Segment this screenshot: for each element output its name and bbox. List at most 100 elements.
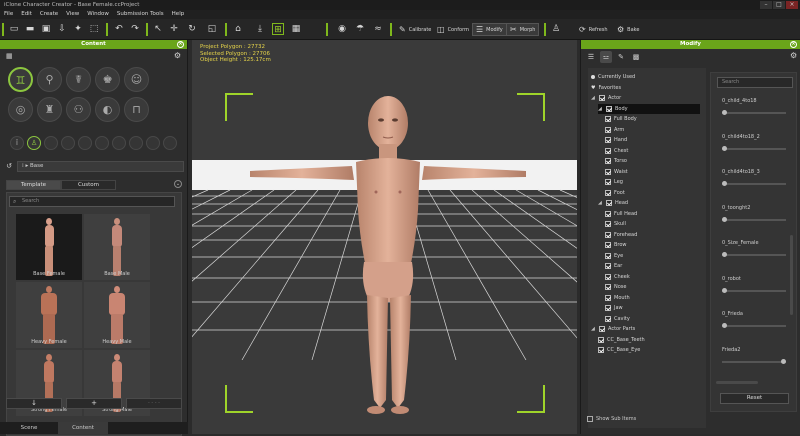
morph-tab-icon[interactable]: ⚍ — [600, 51, 612, 63]
expand-arrow-icon[interactable]: ◢ — [598, 198, 603, 208]
checkbox[interactable] — [599, 326, 605, 332]
checkbox[interactable] — [598, 347, 604, 353]
tree-item[interactable]: Foot — [605, 188, 700, 198]
expand-arrow-icon[interactable]: ◢ — [598, 104, 603, 114]
apply-down-button[interactable]: ↓ — [6, 398, 62, 409]
tree-item[interactable]: Chest — [605, 146, 700, 156]
morph-slider[interactable] — [722, 181, 786, 186]
character-category-icon[interactable]: ♊ — [8, 67, 33, 92]
tree-item[interactable]: CC_Base_Eye — [598, 345, 700, 355]
tree-item[interactable]: Ear — [605, 261, 700, 271]
tree-item[interactable]: Jaw — [605, 303, 700, 313]
delete-button[interactable]: - - - - — [126, 398, 182, 409]
grid-icon[interactable]: ▦ — [290, 23, 302, 35]
tree-item[interactable]: CC_Base_Teeth — [598, 335, 700, 345]
fit-view-icon[interactable]: ⊞ — [272, 23, 284, 35]
menu-edit[interactable]: Edit — [21, 10, 32, 19]
morph-category-icon[interactable]: ⚲ — [37, 67, 62, 92]
eye-icon[interactable]: ◉ — [336, 23, 348, 35]
checkbox[interactable] — [605, 137, 611, 143]
tree-item[interactable]: Waist — [605, 167, 700, 177]
chair-category-icon[interactable]: ⊓ — [124, 97, 149, 122]
checkbox[interactable] — [605, 168, 611, 175]
thermometer-icon[interactable]: ǐ — [10, 136, 24, 150]
add-button[interactable]: + — [66, 398, 122, 409]
checkbox[interactable] — [605, 189, 611, 196]
tree-item[interactable]: Nose — [605, 282, 700, 292]
maximize-button[interactable]: □ — [773, 1, 785, 9]
expand-arrow-icon[interactable]: ◢ — [591, 93, 596, 103]
menu-view[interactable]: View — [66, 10, 79, 19]
menu-window[interactable]: Window — [87, 10, 109, 19]
tree-item[interactable]: Currently Used — [591, 72, 700, 82]
show-sub-items-checkbox[interactable]: Show Sub Items — [587, 416, 636, 422]
gear-icon[interactable]: ⚙ — [790, 51, 797, 60]
tree-item[interactable]: Forehead — [605, 230, 700, 240]
chevron-down-icon[interactable]: ⌄ — [174, 180, 182, 188]
morph-slider[interactable] — [722, 252, 786, 257]
tree-item[interactable]: Cavity — [605, 314, 700, 324]
tree-item[interactable]: ◢ Actor — [591, 93, 700, 103]
menu-file[interactable]: File — [4, 10, 13, 19]
checker-tab-icon[interactable]: ▩ — [630, 51, 642, 63]
tree-item[interactable]: Full Body — [605, 114, 700, 124]
tab-custom[interactable]: Custom — [61, 180, 116, 190]
tree-item[interactable]: Leg — [605, 177, 700, 187]
morph-slider[interactable] — [722, 216, 786, 222]
back-arrow-icon[interactable]: ↺ — [4, 162, 14, 170]
calibrate-button[interactable]: ✎ Calibrate — [396, 23, 434, 36]
panel-pin-icon[interactable]: × — [177, 41, 184, 48]
checkbox[interactable] — [605, 294, 611, 301]
tree-item[interactable]: Hand — [605, 135, 700, 145]
tab-content[interactable]: Content — [58, 422, 108, 434]
slider-thumb[interactable] — [722, 323, 727, 328]
tree-item[interactable]: ◢ Head — [598, 198, 700, 208]
checkbox[interactable] — [598, 336, 604, 343]
gear-icon[interactable]: ✦ — [72, 23, 84, 35]
menu-create[interactable]: Create — [40, 10, 58, 19]
tree-item[interactable]: Full Head — [605, 209, 700, 219]
accessory-category-icon[interactable]: ⚇ — [66, 97, 91, 122]
tab-template[interactable]: Template — [6, 180, 61, 190]
morph-button[interactable]: ✂ Morph — [506, 23, 540, 36]
save-icon[interactable]: ▣ — [40, 23, 52, 35]
cloth-category-icon[interactable]: ♜ — [37, 97, 62, 122]
export-icon[interactable]: ⇩ — [56, 23, 68, 35]
panel-pin-icon[interactable]: × — [790, 41, 797, 48]
checkbox[interactable] — [605, 116, 611, 122]
eyes-category-icon[interactable]: ◎ — [8, 97, 33, 122]
empty-slot-icon[interactable] — [44, 136, 58, 150]
breadcrumb-path[interactable]: ⁞ ▸ Base — [17, 160, 184, 172]
menu-help[interactable]: Help — [172, 10, 185, 19]
checkbox[interactable] — [605, 210, 611, 217]
morph-slider[interactable] — [722, 358, 786, 364]
head-category-icon[interactable]: ☺ — [124, 67, 149, 92]
empty-slot-icon[interactable] — [163, 136, 177, 150]
tree-item[interactable]: ◢ Actor Parts — [591, 324, 700, 334]
checkbox[interactable] — [605, 158, 611, 164]
undo-icon[interactable]: ↶ — [113, 23, 125, 35]
material-tab-icon[interactable]: ✎ — [615, 51, 627, 63]
morph-slider[interactable] — [722, 110, 786, 115]
reset-button[interactable]: Reset — [720, 393, 789, 404]
tab-scene[interactable]: Scene — [4, 422, 54, 434]
tab-menu-icon[interactable]: ▦ — [6, 52, 13, 60]
checkbox[interactable] — [605, 273, 611, 280]
home-camera-icon[interactable]: ⌂ — [232, 23, 244, 35]
checkbox[interactable] — [606, 200, 612, 206]
tree-item[interactable]: ♥ Favorites — [591, 83, 700, 93]
gear-icon[interactable]: ⚙ — [174, 51, 181, 60]
modify-button[interactable]: ☰ Modify — [472, 23, 507, 36]
rotate-icon[interactable]: ↻ — [186, 23, 198, 35]
wireframe-icon[interactable]: ≈ — [372, 23, 384, 35]
tree-item[interactable]: Eye — [605, 251, 700, 261]
tree-item[interactable]: Arm — [605, 125, 700, 135]
tree-item[interactable]: ◢ Body — [598, 103, 700, 114]
checkbox[interactable] — [605, 242, 611, 248]
new-file-icon[interactable]: ▭ — [8, 23, 20, 35]
checkbox[interactable] — [606, 105, 612, 112]
tree-item[interactable]: Brow — [605, 240, 700, 250]
shoes-category-icon[interactable]: ◐ — [95, 97, 120, 122]
checkbox[interactable] — [605, 252, 611, 259]
open-folder-icon[interactable]: ▬ — [24, 23, 36, 35]
